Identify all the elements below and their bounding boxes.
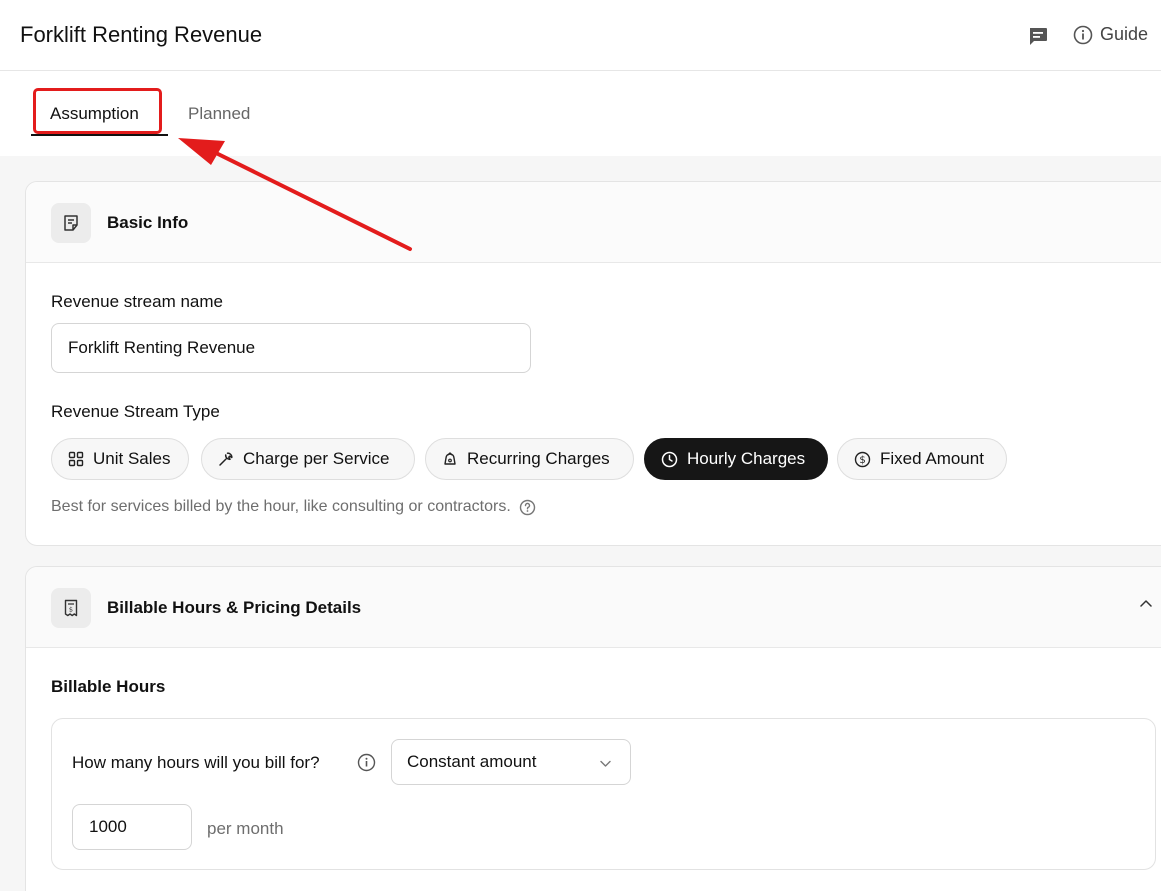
hours-unit-label: per month — [207, 819, 284, 838]
more-icon[interactable]: ⋮ — [1157, 24, 1161, 45]
grid-icon — [68, 451, 84, 467]
basic-info-header: Basic Info — [26, 182, 1161, 263]
page-title: Forklift Renting Revenue — [20, 22, 263, 47]
billable-hours-title: Billable Hours & Pricing Details — [107, 598, 362, 617]
chip-hourly-charges[interactable]: Hourly Charges — [644, 438, 828, 480]
basic-info-card: Basic Info Revenue stream name Revenue S… — [25, 181, 1161, 546]
billable-hours-panel: How many hours will you bill for? Consta… — [51, 718, 1156, 870]
wrench-icon — [219, 452, 233, 466]
basic-info-title: Basic Info — [107, 213, 189, 232]
chevron-up-icon[interactable] — [1138, 596, 1154, 612]
chip-unit-sales[interactable]: Unit Sales — [51, 438, 189, 480]
chip-label: Charge per Service — [243, 449, 390, 468]
chip-label: Hourly Charges — [687, 449, 806, 468]
hint-text: Best for services billed by the hour, li… — [51, 498, 511, 515]
chip-label: Fixed Amount — [880, 449, 984, 468]
active-tab-indicator — [31, 134, 168, 136]
revenue-stream-name-label: Revenue stream name — [51, 292, 223, 311]
chip-label: Recurring Charges — [467, 449, 610, 468]
clock-icon — [661, 451, 678, 467]
chip-fixed-amount[interactable]: $ Fixed Amount — [837, 438, 1007, 480]
chat-button[interactable] — [1027, 26, 1049, 46]
dollar-icon: $ — [854, 451, 871, 467]
billable-hours-card: $ Billable Hours & Pricing Details Billa… — [25, 566, 1161, 891]
info-icon[interactable] — [357, 753, 376, 772]
help-icon[interactable] — [519, 499, 536, 516]
hours-question-label: How many hours will you bill for? — [72, 753, 320, 772]
recurring-icon — [444, 452, 456, 465]
tab-planned[interactable]: Planned — [188, 104, 250, 124]
guide-label: Guide — [1100, 24, 1149, 44]
billable-hours-header[interactable]: $ Billable Hours & Pricing Details — [26, 567, 1161, 648]
revenue-stream-name-input[interactable] — [51, 323, 531, 373]
hours-mode-value: Constant amount — [407, 752, 537, 771]
page-header: Forklift Renting Revenue Guide ⋮ — [0, 0, 1161, 71]
svg-text:$: $ — [859, 455, 865, 466]
chip-charge-per-service[interactable]: Charge per Service — [201, 438, 415, 480]
hours-mode-select[interactable]: Constant amount — [391, 739, 631, 785]
guide-button[interactable]: Guide — [1073, 24, 1148, 45]
revenue-stream-type-label: Revenue Stream Type — [51, 402, 220, 421]
document-icon — [51, 203, 91, 243]
annotation-highlight-box — [33, 88, 162, 134]
revenue-type-hint: Best for services billed by the hour, li… — [51, 498, 536, 516]
receipt-icon: $ — [51, 588, 91, 628]
chat-icon — [1030, 28, 1047, 45]
chevron-down-icon — [600, 760, 611, 767]
tab-bar: Assumption Planned — [0, 71, 1161, 156]
hours-amount-input[interactable] — [72, 804, 192, 850]
info-icon — [1073, 25, 1093, 44]
chip-recurring-charges[interactable]: Recurring Charges — [425, 438, 634, 480]
svg-text:$: $ — [69, 606, 73, 614]
billable-hours-section-label: Billable Hours — [51, 677, 166, 696]
chip-label: Unit Sales — [93, 449, 171, 468]
